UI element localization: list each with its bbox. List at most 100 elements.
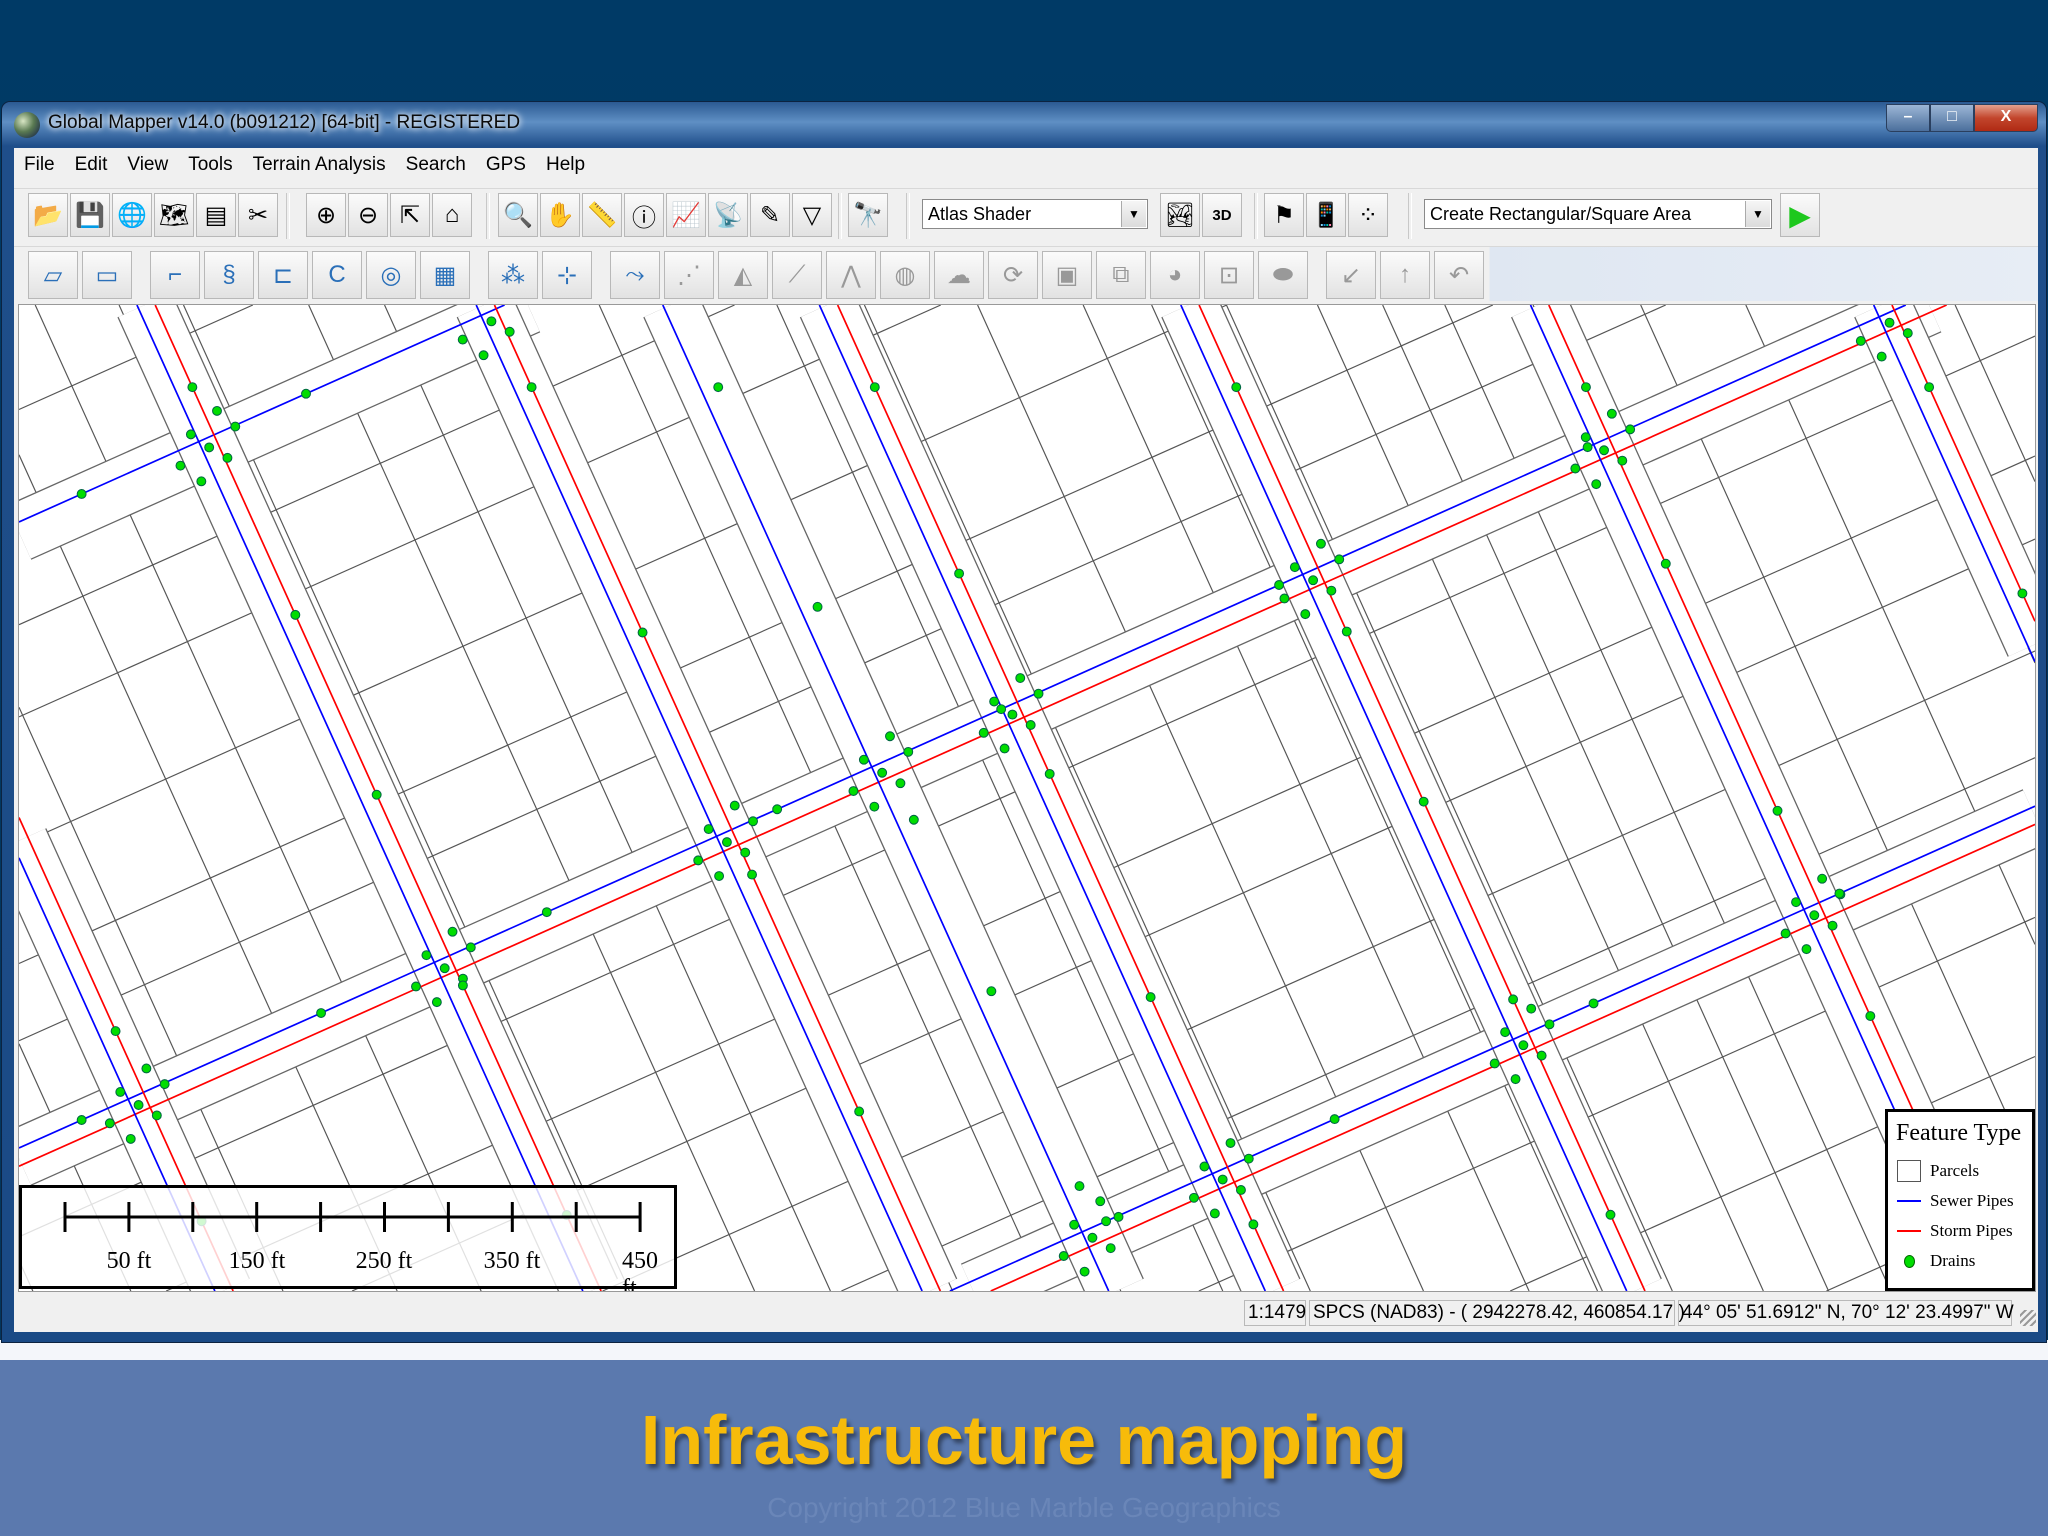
menu-edit[interactable]: Edit — [75, 154, 108, 176]
drain-point — [1231, 382, 1242, 393]
copy-icon: ⧉ — [1112, 261, 1130, 288]
zoom-out-button[interactable]: ⊖ — [348, 193, 388, 237]
close-button[interactable]: X — [1974, 104, 2038, 132]
zoom-in-button[interactable]: ⊕ — [306, 193, 346, 237]
create-points-button[interactable]: ⁂ — [488, 251, 538, 299]
create-area-icon: ▱ — [43, 261, 63, 289]
join-line-button[interactable]: ⋀ — [826, 251, 876, 299]
split-line-button[interactable]: ⟋ — [772, 251, 822, 299]
menu-gps[interactable]: GPS — [486, 154, 526, 176]
zoom-full-button[interactable]: ⇱ — [390, 193, 430, 237]
drain-point — [693, 855, 704, 866]
smooth-icon: ◕ — [1167, 261, 1183, 288]
combine-areas-button[interactable]: ☁ — [934, 251, 984, 299]
gps-points-button[interactable]: ⁘ — [1348, 193, 1388, 237]
create-range-ring-button[interactable]: ⊏ — [258, 251, 308, 299]
layer-control-button[interactable]: ▤ — [196, 193, 236, 237]
add-point-button[interactable]: ⊹ — [542, 251, 592, 299]
drain-point — [1588, 998, 1599, 1009]
map-layout-button[interactable]: 🗺 — [154, 193, 194, 237]
create-freehand-line-button[interactable]: § — [204, 251, 254, 299]
drain-point — [421, 950, 432, 961]
shader-select[interactable]: Atlas Shader ▼ — [922, 199, 1148, 229]
simplify-button[interactable]: ⬬ — [1258, 251, 1308, 299]
extend-line-button[interactable]: ↑ — [1380, 251, 1430, 299]
3d-view-button[interactable]: 3D — [1202, 193, 1242, 237]
map-view[interactable]: 50 ft 150 ft 250 ft 350 ft 450 ft Featur… — [18, 304, 2036, 1292]
digitizer-button[interactable]: ✎ — [750, 193, 790, 237]
title-bar[interactable]: Global Mapper v14.0 (b091212) [64-bit] -… — [2, 102, 2046, 146]
drain-point — [1544, 1019, 1555, 1030]
gps-track-icon: ⚑ — [1273, 201, 1295, 229]
chevron-down-icon[interactable]: ▼ — [1745, 201, 1770, 227]
drain-point — [125, 1133, 136, 1144]
run-tool-button[interactable]: ▶ — [1780, 193, 1820, 237]
chevron-down-icon[interactable]: ▼ — [1121, 201, 1146, 227]
drain-point — [812, 601, 823, 612]
drain-point — [115, 1086, 126, 1097]
drain-point — [903, 746, 914, 757]
crop-button[interactable]: ⊡ — [1204, 251, 1254, 299]
smooth-button[interactable]: ◕ — [1150, 251, 1200, 299]
view-shed-button[interactable]: 📡 — [708, 193, 748, 237]
home-button[interactable]: ⌂ — [432, 193, 472, 237]
menu-terrain-analysis[interactable]: Terrain Analysis — [253, 154, 386, 176]
gps-track-button[interactable]: ⚑ — [1264, 193, 1304, 237]
combine-areas-icon: ☁ — [947, 261, 971, 289]
drain-point — [1526, 1003, 1537, 1014]
toolbar-separator — [1408, 193, 1412, 239]
move-button[interactable]: ▣ — [1042, 251, 1092, 299]
menu-file[interactable]: File — [24, 154, 55, 176]
drain-point — [504, 326, 515, 337]
create-area-button[interactable]: ▱ — [28, 251, 78, 299]
create-points-along-line-button[interactable]: ⤳ — [610, 251, 660, 299]
crop-icon: ⊡ — [1218, 261, 1240, 289]
pan-hand-button[interactable]: ✋ — [540, 193, 580, 237]
open-folder-button[interactable]: 📂 — [28, 193, 68, 237]
tool-select[interactable]: Create Rectangular/Square Area ▼ — [1424, 199, 1772, 229]
zoom-tool-button[interactable]: 🔍 — [498, 193, 538, 237]
copy-button[interactable]: ⧉ — [1096, 251, 1146, 299]
binoculars-search-button[interactable]: 🔭 — [848, 193, 888, 237]
edit-vertices-icon: ⋰ — [677, 261, 701, 289]
create-grid-button[interactable]: ▦ — [420, 251, 470, 299]
globe-button[interactable]: 🌐 — [112, 193, 152, 237]
buffer-button[interactable]: ◍ — [880, 251, 930, 299]
slide-divider — [0, 1340, 2048, 1360]
sewer-line-icon — [1896, 1190, 1922, 1212]
menu-help[interactable]: Help — [546, 154, 585, 176]
zoom-in-icon: ⊕ — [315, 201, 337, 229]
create-rectangle-button[interactable]: ▭ — [82, 251, 132, 299]
menu-view[interactable]: View — [127, 154, 168, 176]
dropdown-triangle-button[interactable]: ▽ — [792, 193, 832, 237]
menu-tools[interactable]: Tools — [188, 154, 232, 176]
toolbar-separator — [486, 193, 490, 239]
edit-vertices-button[interactable]: ⋰ — [664, 251, 714, 299]
drain-point — [1834, 888, 1845, 899]
configure-tools-button[interactable]: ✂ — [238, 193, 278, 237]
measure-button[interactable]: 📏 — [582, 193, 622, 237]
path-profile-button[interactable]: 📈 — [666, 193, 706, 237]
edit-area-button[interactable]: ◭ — [718, 251, 768, 299]
scale-label: 350 ft — [483, 1248, 541, 1274]
menu-search[interactable]: Search — [406, 154, 466, 176]
maximize-button[interactable]: □ — [1930, 104, 1974, 132]
drain-point — [1199, 1161, 1210, 1172]
resize-grip[interactable] — [2020, 1310, 2036, 1326]
split-line-icon: ⟋ — [788, 261, 806, 288]
undo-button[interactable]: ↶ — [1434, 251, 1484, 299]
rotate-button[interactable]: ⟳ — [988, 251, 1038, 299]
main-toolbar: Atlas Shader ▼ Create Rectangular/Square… — [14, 188, 2038, 243]
cogo-button[interactable]: C — [312, 251, 362, 299]
reverse-line-button[interactable]: ↙ — [1326, 251, 1376, 299]
drain-point — [301, 388, 311, 399]
minimize-button[interactable]: – — [1886, 104, 1930, 132]
create-circles-button[interactable]: ◎ — [366, 251, 416, 299]
shader-toggle-button[interactable]: 🏞 — [1160, 193, 1200, 237]
feature-info-button[interactable]: ⓘ — [624, 193, 664, 237]
map-canvas[interactable] — [19, 305, 2035, 1291]
save-button[interactable]: 💾 — [70, 193, 110, 237]
gps-device-button[interactable]: 📱 — [1306, 193, 1346, 237]
slide: Infrastructure mapping Copyright 2012 Bl… — [0, 0, 2048, 1536]
create-line-button[interactable]: ⌐ — [150, 251, 200, 299]
